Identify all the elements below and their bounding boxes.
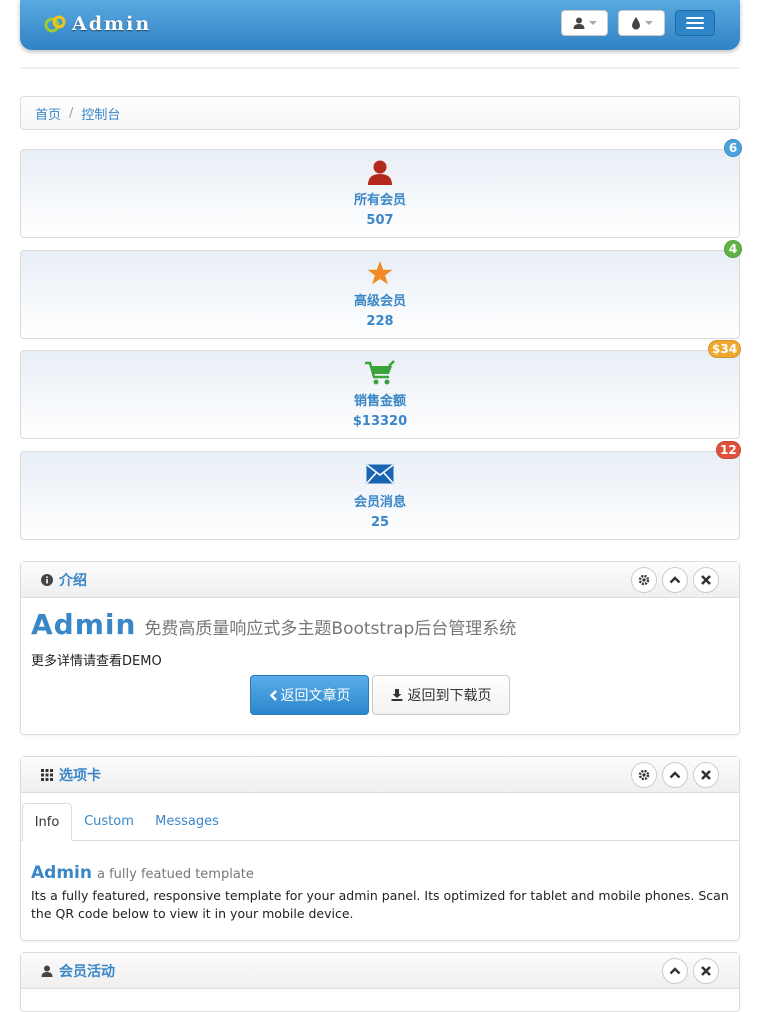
close-icon	[701, 770, 711, 780]
chevron-up-icon	[669, 771, 681, 779]
envelope-icon	[366, 464, 394, 484]
collapse-button[interactable]	[662, 567, 688, 593]
stat-value: $13320	[352, 414, 408, 429]
breadcrumb-current-link[interactable]: 控制台	[81, 104, 120, 123]
stat-value: 228	[366, 314, 394, 329]
stat-label: 会员消息	[353, 495, 406, 510]
button-label: 返回到下载页	[407, 688, 492, 704]
button-label: 返回文章页	[280, 688, 351, 704]
breadcrumb-separator: /	[69, 105, 74, 121]
user-icon	[368, 160, 392, 185]
stat-tile-sales-amount[interactable]: 销售金额 $13320	[20, 350, 740, 439]
tab-bar: Info Custom Messages	[21, 803, 739, 841]
breadcrumb-home-link[interactable]: 首页	[35, 104, 61, 123]
close-icon	[701, 966, 711, 976]
menu-icon-bar	[686, 22, 704, 24]
close-button[interactable]	[693, 762, 719, 788]
gear-icon	[638, 574, 650, 586]
cart-icon	[365, 360, 395, 385]
stat-label: 高级会员	[353, 294, 406, 309]
chevron-left-icon	[269, 689, 277, 701]
stat-tile-member-messages[interactable]: 会员消息 25	[20, 451, 740, 540]
collapse-button[interactable]	[662, 762, 688, 788]
intro-heading: Admin 免费高质量响应式多主题Bootstrap后台管理系统	[31, 608, 516, 641]
intro-description: 更多详情请查看DEMO	[31, 654, 162, 669]
user-menu-button[interactable]	[561, 10, 608, 36]
user-icon	[573, 17, 584, 29]
notification-badge: 12	[716, 441, 741, 459]
back-to-download-button[interactable]: 返回到下载页	[372, 675, 510, 715]
stat-label: 所有会员	[353, 193, 406, 208]
star-icon	[367, 261, 393, 285]
intro-panel-header: 介绍	[21, 562, 739, 598]
notification-badge: 6	[724, 139, 742, 157]
tint-icon	[631, 16, 640, 29]
navbar-toggle-button[interactable]	[675, 10, 715, 36]
close-button[interactable]	[693, 958, 719, 984]
back-to-article-button[interactable]: 返回文章页	[250, 675, 369, 715]
intro-heading-title: Admin	[31, 608, 137, 641]
grid-icon	[41, 768, 53, 781]
stat-tile-all-members[interactable]: 所有会员 507	[20, 149, 740, 238]
chevron-up-icon	[669, 967, 681, 975]
close-button[interactable]	[693, 567, 719, 593]
chevron-up-icon	[669, 576, 681, 584]
intro-panel: 介绍 Admin 免费高质量响应式多主题Bootstrap后台管理系统 更多详情…	[20, 561, 740, 735]
info-icon	[41, 573, 53, 586]
tab-info[interactable]: Info	[22, 803, 72, 841]
panel-title: 介绍	[59, 572, 87, 589]
chevron-down-icon	[588, 21, 597, 25]
brand-name: Admin	[72, 13, 152, 35]
theme-menu-button[interactable]	[618, 10, 665, 36]
notification-badge: 4	[724, 240, 742, 258]
brand-logo[interactable]: Admin	[44, 10, 151, 38]
close-icon	[701, 575, 711, 585]
tab-content-subtitle: a fully featued template	[96, 867, 254, 882]
stat-tile-premium-members[interactable]: 高级会员 228	[20, 250, 740, 339]
settings-button[interactable]	[631, 762, 657, 788]
menu-icon-bar	[686, 27, 704, 29]
activity-panel: 会员活动	[20, 952, 740, 1012]
chevron-down-icon	[644, 21, 653, 25]
gear-icon	[638, 769, 650, 781]
intro-heading-subtitle: 免费高质量响应式多主题Bootstrap后台管理系统	[144, 619, 517, 639]
tabs-panel: 选项卡 Info Custom Messages Admin a fully f…	[20, 756, 740, 941]
stat-value: 25	[370, 515, 390, 530]
download-icon	[391, 689, 402, 701]
stat-value: 507	[366, 213, 394, 228]
activity-panel-header: 会员活动	[21, 953, 739, 989]
stat-label: 销售金额	[353, 394, 406, 409]
tab-content-title: Admin	[31, 863, 92, 883]
panel-title: 会员活动	[59, 963, 115, 980]
collapse-button[interactable]	[662, 958, 688, 984]
panel-title: 选项卡	[59, 767, 101, 784]
divider	[20, 67, 740, 69]
top-navbar: Admin	[20, 0, 740, 50]
menu-icon-bar	[686, 17, 704, 19]
tab-content-text: Its a fully featured, responsive templat…	[31, 888, 729, 921]
notification-badge: $34	[708, 340, 742, 358]
breadcrumb: 首页 / 控制台	[20, 96, 740, 130]
tab-messages[interactable]: Messages	[149, 803, 225, 840]
logo-rings-icon	[44, 15, 66, 33]
user-icon	[41, 965, 53, 977]
tabs-panel-header: 选项卡	[21, 757, 739, 793]
tab-content-heading: Admin a fully featued template	[31, 863, 254, 883]
settings-button[interactable]	[631, 567, 657, 593]
tab-custom[interactable]: Custom	[77, 803, 141, 840]
